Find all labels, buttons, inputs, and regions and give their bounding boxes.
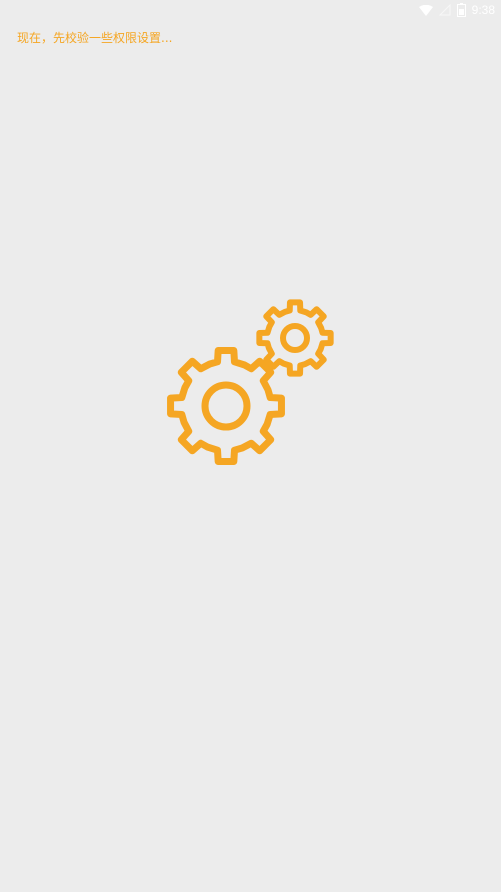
large-gear-icon (167, 347, 285, 465)
gears-icon (167, 299, 334, 465)
battery-icon (456, 3, 466, 17)
small-gear-icon (256, 299, 334, 377)
status-bar: 9:38 (0, 0, 501, 20)
status-icons: 9:38 (418, 2, 495, 18)
wifi-icon (418, 4, 433, 16)
signal-icon (438, 4, 451, 16)
permission-check-message: 现在，先校验一些权限设置... (17, 31, 173, 45)
status-time: 9:38 (471, 3, 495, 17)
